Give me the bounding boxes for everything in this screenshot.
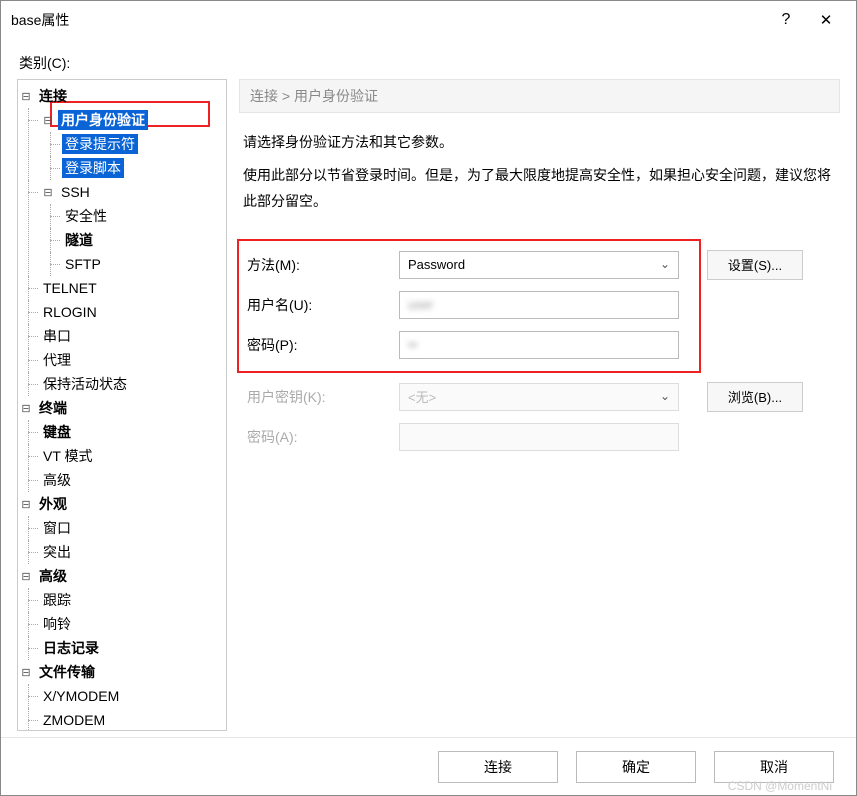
tree-item-login-script[interactable]: 登录脚本 [62,156,226,180]
tree-item-ssh-security[interactable]: 安全性 [62,204,226,228]
close-icon[interactable]: ✕ [806,11,846,29]
tree-item-window[interactable]: 窗口 [40,516,226,540]
category-label: 类别(C): [19,53,840,73]
tree-item-telnet[interactable]: TELNET [40,276,226,300]
tree-item-keepalive[interactable]: 保持活动状态 [40,372,226,396]
category-tree[interactable]: ⊟连接 ⊟用户身份验证 登录提示符 登录脚本 ⊟SSH 安全性 [17,79,227,731]
password-input[interactable]: •• [399,331,679,359]
tree-item-serial[interactable]: 串口 [40,324,226,348]
properties-dialog: base属性 ? ✕ 类别(C): ⊟连接 ⊟用户身份验证 登录提示符 登录脚本 [0,0,857,796]
tree-item-proxy[interactable]: 代理 [40,348,226,372]
main-panel: 连接 > 用户身份验证 请选择身份验证方法和其它参数。 使用此部分以节省登录时间… [239,79,840,731]
username-input[interactable]: user [399,291,679,319]
tree-item-terminal[interactable]: ⊟终端 [18,396,226,420]
tree-item-login-prompt[interactable]: 登录提示符 [62,132,226,156]
userkey-select: <无> ⌄ [399,383,679,411]
collapse-icon[interactable]: ⊟ [18,570,34,583]
ok-button[interactable]: 确定 [576,751,696,783]
collapse-icon[interactable]: ⊟ [18,498,34,511]
tree-item-auth[interactable]: ⊟用户身份验证 [40,108,226,132]
tree-item-keyboard[interactable]: 键盘 [40,420,226,444]
help-icon[interactable]: ? [766,11,806,29]
tree-item-bell[interactable]: 响铃 [40,612,226,636]
dialog-footer: 连接 确定 取消 CSDN @MomentNi [1,737,856,795]
username-label: 用户名(U): [239,295,399,315]
method-label: 方法(M): [239,255,399,275]
description-2: 使用此部分以节省登录时间。但是，为了最大限度地提高安全性，如果担心安全问题，建议… [243,162,836,215]
cancel-button[interactable]: 取消 [714,751,834,783]
tree-item-rlogin[interactable]: RLOGIN [40,300,226,324]
description-1: 请选择身份验证方法和其它参数。 [243,129,836,156]
userkey-label: 用户密钥(K): [239,387,399,407]
window-title: base属性 [11,10,766,30]
collapse-icon[interactable]: ⊟ [18,90,34,103]
tree-item-zmodem[interactable]: ZMODEM [40,708,226,731]
tree-item-ssh-sftp[interactable]: SFTP [62,252,226,276]
breadcrumb: 连接 > 用户身份验证 [239,79,840,113]
method-value: Password [408,257,465,272]
tree-item-appearance[interactable]: ⊟外观 [18,492,226,516]
collapse-icon[interactable]: ⊟ [40,114,56,127]
collapse-icon[interactable]: ⊟ [18,666,34,679]
tree-item-filetransfer[interactable]: ⊟文件传输 [18,660,226,684]
tree-item-xymodem[interactable]: X/YMODEM [40,684,226,708]
tree-item-ssh[interactable]: ⊟SSH [40,180,226,204]
tree-item-terminal-adv[interactable]: 高级 [40,468,226,492]
userkey-value: <无> [408,387,436,406]
passphrase-label: 密码(A): [239,427,399,447]
password-label: 密码(P): [239,335,399,355]
collapse-icon[interactable]: ⊟ [18,402,34,415]
tree-item-advanced[interactable]: ⊟高级 [18,564,226,588]
chevron-down-icon: ⌄ [660,257,670,271]
collapse-icon[interactable]: ⊟ [40,186,56,199]
method-select[interactable]: Password ⌄ [399,251,679,279]
tree-item-highlight[interactable]: 突出 [40,540,226,564]
passphrase-input [399,423,679,451]
connect-button[interactable]: 连接 [438,751,558,783]
tree-item-log[interactable]: 日志记录 [40,636,226,660]
titlebar: base属性 ? ✕ [1,1,856,39]
setup-button[interactable]: 设置(S)... [707,250,803,280]
tree-item-trace[interactable]: 跟踪 [40,588,226,612]
browse-button[interactable]: 浏览(B)... [707,382,803,412]
chevron-down-icon: ⌄ [660,389,670,403]
tree-item-connection[interactable]: ⊟连接 [18,84,226,108]
tree-item-ssh-tunnel[interactable]: 隧道 [62,228,226,252]
tree-item-vt[interactable]: VT 模式 [40,444,226,468]
